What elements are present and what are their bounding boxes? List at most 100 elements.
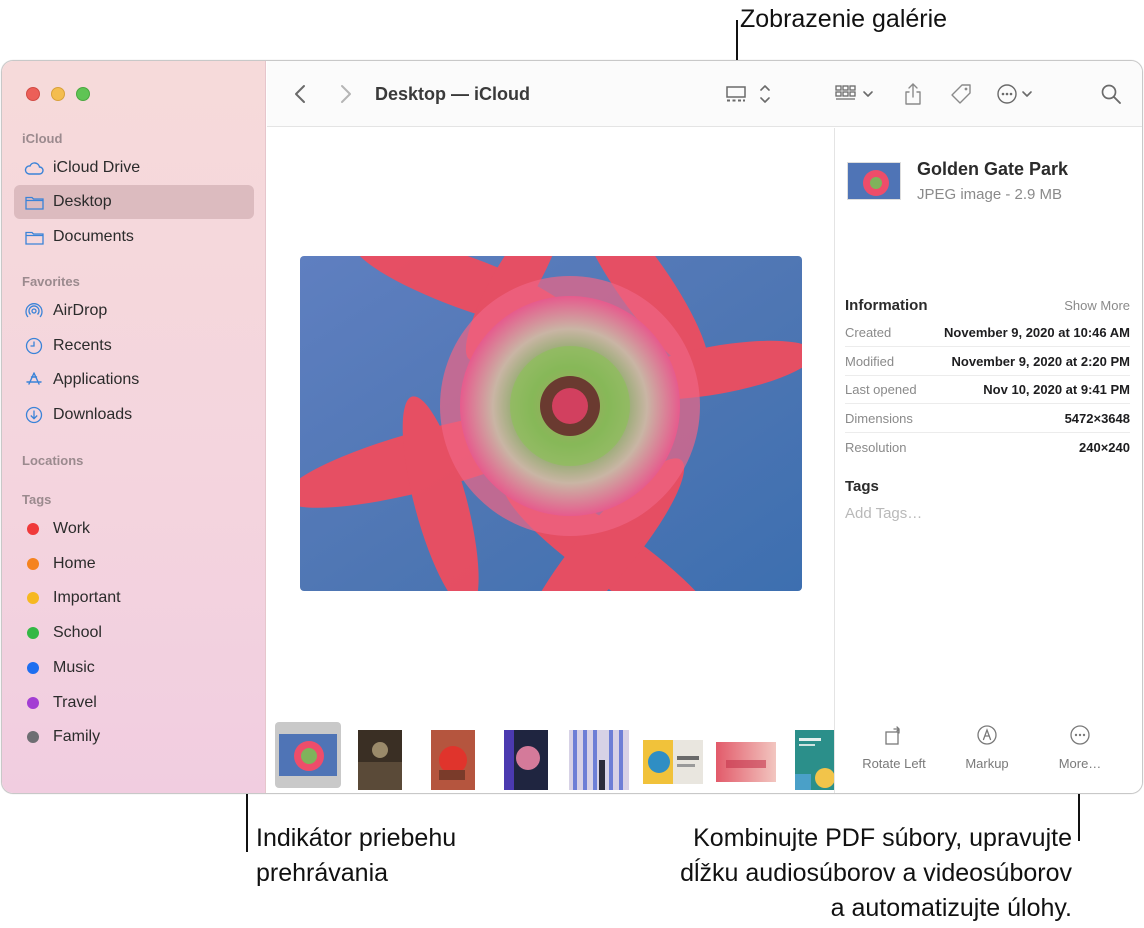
thumbnail[interactable]	[569, 730, 629, 790]
flower-image	[300, 256, 802, 591]
callout-more-line2: dĺžku audiosúborov a videosúborov	[680, 859, 1072, 887]
info-value: November 9, 2020 at 10:46 AM	[944, 325, 1130, 340]
zoom-button[interactable]	[76, 87, 90, 101]
info-row-created: Created November 9, 2020 at 10:46 AM	[845, 319, 1130, 347]
info-value: 5472×3648	[1064, 411, 1130, 426]
clock-icon	[24, 337, 44, 355]
info-row-dimensions: Dimensions 5472×3648	[845, 405, 1130, 433]
thumbnail-image	[716, 742, 776, 782]
sidebar-item-label: Desktop	[53, 193, 112, 210]
sidebar-item-label: Recents	[53, 337, 112, 354]
thumbnail[interactable]	[643, 740, 703, 784]
tag-icon	[951, 84, 971, 104]
rotate-left-button[interactable]: Rotate Left	[849, 722, 939, 771]
sidebar-item-desktop[interactable]: Desktop	[14, 185, 254, 219]
info-key: Dimensions	[845, 411, 913, 426]
info-row-modified: Modified November 9, 2020 at 2:20 PM	[845, 348, 1130, 376]
back-icon	[295, 85, 305, 103]
info-key: Modified	[845, 354, 895, 369]
sidebar-item-label: Work	[53, 520, 91, 537]
folder-icon	[24, 193, 44, 211]
sidebar-tag-school[interactable]: School	[14, 616, 254, 650]
tag-color-dot	[27, 592, 39, 605]
more-actions-button[interactable]	[995, 81, 1037, 107]
tags-heading: Tags	[845, 478, 879, 495]
group-icon	[835, 85, 873, 100]
tag-button[interactable]	[947, 81, 975, 107]
show-more-link[interactable]: Show More	[1064, 298, 1130, 313]
thumbnail-image	[358, 730, 402, 790]
sidebar-item-label: iCloud Drive	[53, 159, 141, 176]
sidebar-tag-important[interactable]: Important	[14, 581, 254, 615]
finder-window: iCloud iCloud Drive Desktop Documents Fa…	[1, 60, 1143, 794]
sidebar-tag-music[interactable]: Music	[14, 651, 254, 685]
add-tags-field[interactable]: Add Tags…	[845, 505, 922, 522]
window-title: Desktop — iCloud	[375, 84, 531, 104]
callout-scrubber-line1: Indikátor priebehu	[256, 824, 457, 852]
thumbnail-image	[848, 163, 900, 199]
thumbnail[interactable]	[716, 742, 776, 782]
search-button[interactable]	[1099, 81, 1123, 107]
thumbnail[interactable]	[431, 730, 475, 790]
thumbnail-selected[interactable]	[275, 722, 341, 788]
markup-icon	[977, 725, 997, 745]
file-kind: JPEG image - 2.9 MB	[917, 186, 1063, 203]
back-button[interactable]	[289, 81, 311, 107]
info-key: Resolution	[845, 439, 907, 455]
thumbnail-image	[795, 730, 834, 790]
thumbnail-image	[279, 734, 337, 776]
view-mode-button[interactable]	[725, 81, 777, 107]
sidebar-item-recents[interactable]: Recents	[14, 329, 254, 363]
sidebar-section-tags: Tags	[22, 492, 52, 507]
sidebar-item-label: Important	[53, 589, 121, 607]
sidebar-item-label: Documents	[53, 228, 134, 245]
rotate-left-icon	[885, 726, 900, 745]
more-icon	[997, 84, 1032, 104]
callout-scrubber-line2: prehrávania	[256, 859, 389, 887]
more-icon	[1070, 725, 1090, 745]
sidebar-section-favorites: Favorites	[22, 274, 80, 289]
sidebar-tag-travel[interactable]: Travel	[14, 686, 254, 720]
sidebar-item-label: Travel	[53, 693, 97, 711]
thumbnail[interactable]	[504, 730, 548, 790]
group-button[interactable]	[834, 81, 880, 107]
download-icon	[24, 406, 44, 424]
sidebar-item-airdrop[interactable]: AirDrop	[14, 294, 254, 328]
image-preview[interactable]	[300, 256, 802, 591]
preview-pane: Golden Gate Park JPEG image - 2.9 MB Inf…	[834, 128, 1142, 793]
tag-color-dot	[27, 696, 39, 709]
airdrop-icon	[24, 302, 44, 320]
sidebar-item-label: Downloads	[53, 406, 133, 423]
more-label: More…	[1058, 756, 1102, 771]
file-name: Golden Gate Park	[917, 159, 1069, 179]
sidebar-item-applications[interactable]: Applications	[14, 363, 254, 397]
rotate-left-label: Rotate Left	[862, 756, 926, 771]
forward-button[interactable]	[335, 81, 357, 107]
info-value: November 9, 2020 at 2:20 PM	[951, 354, 1130, 369]
callout-more-line3: a automatizujte úlohy.	[830, 894, 1072, 922]
tag-color-dot	[27, 557, 39, 570]
close-button[interactable]	[26, 87, 40, 101]
share-button[interactable]	[901, 81, 925, 107]
folder-icon	[24, 228, 44, 246]
sidebar-tag-work[interactable]: Work	[14, 512, 254, 546]
sidebar-tag-home[interactable]: Home	[14, 547, 254, 581]
sidebar-item-label: Music	[53, 658, 95, 676]
sidebar-item-icloud-drive[interactable]: iCloud Drive	[14, 151, 254, 185]
markup-button[interactable]: Markup	[942, 722, 1032, 771]
sidebar-item-label: Applications	[53, 371, 140, 388]
more-button[interactable]: More…	[1035, 722, 1125, 771]
thumbnail[interactable]	[795, 730, 834, 790]
thumbnail[interactable]	[358, 730, 402, 790]
minimize-button[interactable]	[51, 87, 65, 101]
thumbnail-image	[569, 730, 629, 790]
info-key: Last opened	[845, 382, 917, 397]
filmstrip-scrubber[interactable]	[267, 720, 834, 793]
sidebar-item-downloads[interactable]: Downloads	[14, 398, 254, 432]
info-row-last-opened: Last opened Nov 10, 2020 at 9:41 PM	[845, 376, 1130, 404]
information-heading: Information	[845, 297, 928, 314]
sidebar-item-label: AirDrop	[53, 302, 108, 319]
sidebar-tag-family[interactable]: Family	[14, 720, 254, 754]
sidebar-item-documents[interactable]: Documents	[14, 220, 254, 254]
share-icon	[905, 83, 921, 105]
